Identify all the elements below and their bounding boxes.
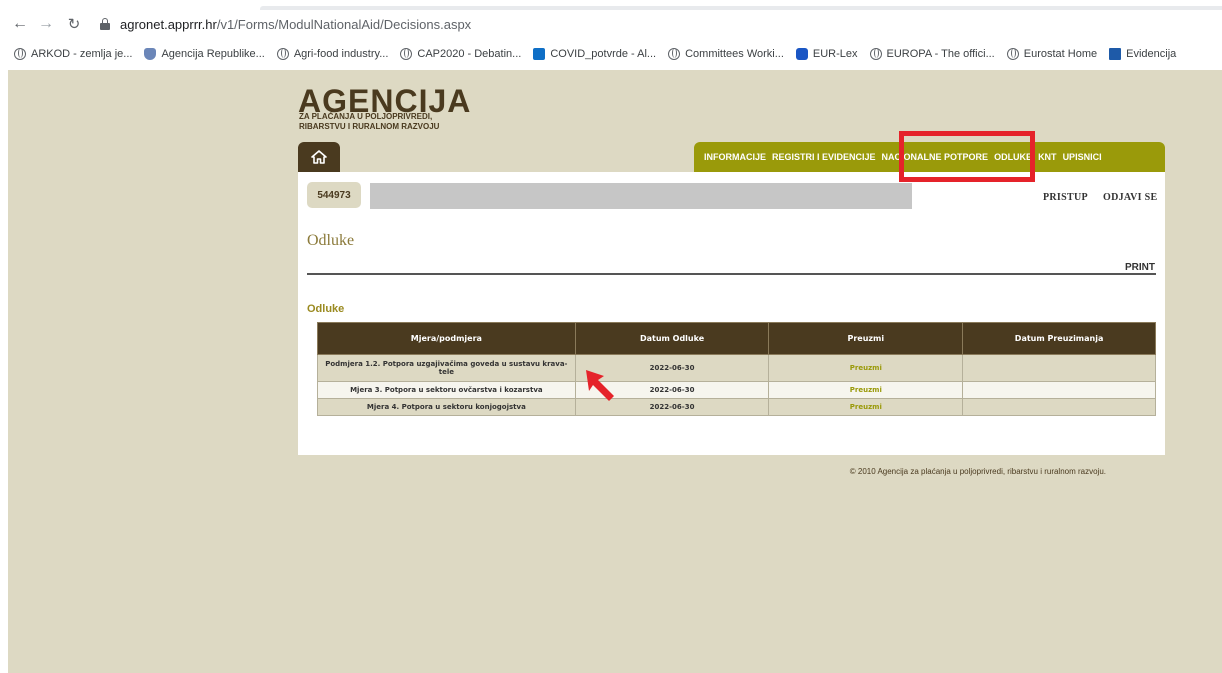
bookmark-cap2020[interactable]: CAP2020 - Debatin... xyxy=(400,48,521,60)
column-header-mjera: Mjera/podmjera xyxy=(317,322,576,355)
page-background: AGENCIJA ZA PLAĆANJA U POLJOPRIVREDI, RI… xyxy=(8,70,1222,673)
logout-link[interactable]: ODJAVI SE xyxy=(1103,192,1157,203)
page-title: Odluke xyxy=(307,232,355,249)
footer-copyright: © 2010 Agencija za plaćanja u poljoprivr… xyxy=(849,467,1106,476)
lock-icon[interactable] xyxy=(100,18,110,30)
cell-datum-preuzimanja xyxy=(962,381,1156,399)
divider xyxy=(307,273,1156,275)
print-link[interactable]: PRINT xyxy=(1125,262,1155,273)
url-path: /v1/Forms/ModulNationalAid/Decisions.asp… xyxy=(216,16,472,32)
bookmark-label: Evidencija xyxy=(1126,48,1177,60)
bookmark-eurostat[interactable]: Eurostat Home xyxy=(1006,48,1098,60)
chat-icon xyxy=(795,48,808,60)
bookmark-eurlex[interactable]: EUR-Lex xyxy=(795,48,858,60)
column-header-datum-preuzimanja: Datum Preuzimanja xyxy=(962,322,1156,355)
table-row: Mjera 4. Potpora u sektoru konjogojstva … xyxy=(317,398,1156,416)
bookmark-label: CAP2020 - Debatin... xyxy=(417,48,522,60)
address-bar: ← → ↻ agronet.apprrr.hr/v1/Forms/ModulNa… xyxy=(0,10,1222,38)
bookmark-label: COVID_potvrde - Al... xyxy=(550,48,657,60)
section-title: Odluke xyxy=(307,303,345,315)
highlight-box xyxy=(899,131,1035,182)
bookmark-label: ARKOD - zemlja je... xyxy=(31,48,133,60)
logo-subtitle-line1: ZA PLAĆANJA U POLJOPRIVREDI, xyxy=(299,112,433,121)
cell-mjera: Mjera 4. Potpora u sektoru konjogojstva xyxy=(317,398,576,416)
bookmark-committees[interactable]: Committees Worki... xyxy=(668,48,784,60)
bookmark-label: EUR-Lex xyxy=(812,48,858,60)
cell-mjera: Podmjera 1.2. Potpora uzgajivačima goved… xyxy=(317,354,576,382)
url-field[interactable]: agronet.apprrr.hr/v1/Forms/ModulNational… xyxy=(120,17,471,32)
bookmark-agri-food[interactable]: Agri-food industry... xyxy=(276,48,389,60)
globe-icon xyxy=(1006,48,1019,60)
bookmark-agencija[interactable]: Agencija Republike... xyxy=(144,48,265,60)
table-row: Podmjera 1.2. Potpora uzgajivačima goved… xyxy=(317,354,1156,382)
decisions-table: Mjera/podmjera Datum Odluke Preuzmi Datu… xyxy=(317,322,1156,416)
menu-item-upisnici[interactable]: UPISNICI xyxy=(1063,152,1102,162)
home-button[interactable] xyxy=(298,142,340,172)
pointer-arrow-icon xyxy=(586,370,614,401)
globe-icon xyxy=(14,48,26,60)
column-header-datum-odluke: Datum Odluke xyxy=(574,322,770,355)
bookmark-label: Agri-food industry... xyxy=(293,48,389,60)
preuzmi-link[interactable]: Preuzmi xyxy=(768,398,964,416)
logo-subtitle-line2: RIBARSTVU I RURALNOM RAZVOJU xyxy=(299,122,440,131)
grid-icon xyxy=(1109,48,1122,60)
cell-datum-preuzimanja xyxy=(962,398,1156,416)
forward-arrow-icon[interactable]: → xyxy=(34,12,58,36)
content-panel: 544973 PRISTUP ODJAVI SE Odluke PRINT Od… xyxy=(298,172,1165,455)
reload-icon[interactable]: ↻ xyxy=(62,12,86,36)
user-name-bar xyxy=(370,183,912,209)
tab-strip xyxy=(0,0,1222,10)
bookmark-label: Agencija Republike... xyxy=(161,48,265,60)
menu-item-informacije[interactable]: INFORMACIJE xyxy=(704,152,766,162)
column-header-preuzmi: Preuzmi xyxy=(768,322,964,355)
globe-icon xyxy=(668,48,681,60)
cell-mjera: Mjera 3. Potpora u sektoru ovčarstva i k… xyxy=(317,381,576,399)
bookmark-label: Eurostat Home xyxy=(1023,48,1098,60)
globe-icon xyxy=(400,48,413,60)
bookmark-europa[interactable]: EUROPA - The offici... xyxy=(869,48,995,60)
menu-item-registri[interactable]: REGISTRI I EVIDENCIJE xyxy=(772,152,876,162)
bookmark-label: EUROPA - The offici... xyxy=(886,48,995,60)
sharepoint-icon xyxy=(533,48,546,60)
preuzmi-link[interactable]: Preuzmi xyxy=(768,354,964,382)
bookmark-arkod[interactable]: ARKOD - zemlja je... xyxy=(14,48,132,60)
logo-subtitle: ZA PLAĆANJA U POLJOPRIVREDI, RIBARSTVU I… xyxy=(299,112,439,132)
menu-item-knt[interactable]: KNT xyxy=(1038,152,1057,162)
user-id-badge: 544973 xyxy=(307,182,361,208)
globe-icon xyxy=(276,48,289,60)
back-arrow-icon[interactable]: ← xyxy=(8,12,32,36)
bookmark-covid[interactable]: COVID_potvrde - Al... xyxy=(533,48,656,60)
home-icon xyxy=(311,150,327,164)
table-header-row: Mjera/podmjera Datum Odluke Preuzmi Datu… xyxy=(317,322,1156,355)
shield-icon xyxy=(144,48,157,60)
bookmark-evidencija[interactable]: Evidencija xyxy=(1109,48,1176,60)
pristup-link[interactable]: PRISTUP xyxy=(1043,192,1088,203)
preuzmi-link[interactable]: Preuzmi xyxy=(768,381,964,399)
bookmarks-bar: ARKOD - zemlja je... Agencija Republike.… xyxy=(0,42,1222,66)
table-row: Mjera 3. Potpora u sektoru ovčarstva i k… xyxy=(317,381,1156,399)
cell-datum-preuzimanja xyxy=(962,354,1156,382)
bookmark-label: Committees Worki... xyxy=(685,48,784,60)
globe-icon xyxy=(869,48,882,60)
url-host: agronet.apprrr.hr xyxy=(120,16,217,32)
